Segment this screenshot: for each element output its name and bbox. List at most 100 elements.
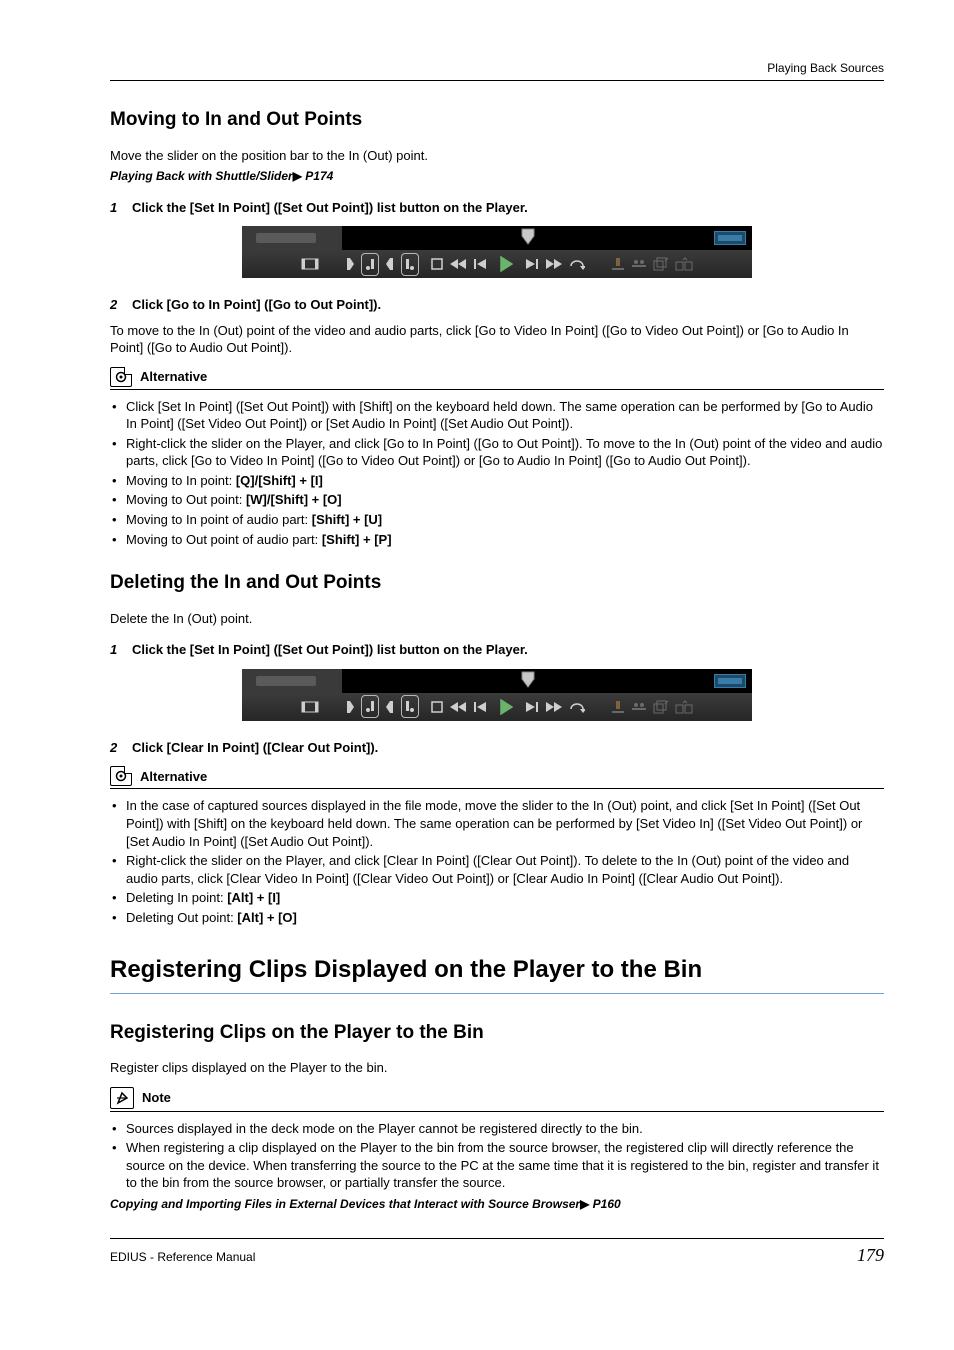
set-out-point-button[interactable] — [401, 695, 419, 718]
transport-toolbar — [242, 250, 752, 278]
add-to-timeline-button[interactable] — [675, 253, 693, 275]
set-in-point-button[interactable] — [361, 695, 379, 718]
add-to-timeline-button[interactable] — [675, 696, 693, 718]
step-text: Click the [Set In Point] ([Set Out Point… — [132, 199, 528, 217]
step-number: 1 — [110, 641, 122, 659]
add-to-bin-button[interactable] — [653, 253, 669, 275]
intro-text: Delete the In (Out) point. — [110, 610, 884, 628]
list-item: Moving to In point: [Q]/[Shift] + [I] — [112, 472, 884, 490]
xref-label: Playing Back with Shuttle/Slider — [110, 169, 293, 183]
audio-indicator — [714, 674, 746, 688]
list-item: Right-click the slider on the Player, an… — [112, 435, 884, 470]
step-number: 2 — [110, 296, 122, 314]
list-item: In the case of captured sources displaye… — [112, 797, 884, 850]
footer-left: EDIUS - Reference Manual — [110, 1249, 255, 1265]
xref-arrow-icon: ▶ — [580, 1197, 589, 1211]
rewind-button[interactable] — [449, 696, 467, 718]
position-bar[interactable] — [242, 226, 752, 250]
xref-page: P174 — [302, 169, 333, 183]
set-cue-button[interactable] — [345, 253, 355, 275]
alternative-list: In the case of captured sources displaye… — [110, 797, 884, 926]
gear-icon — [110, 367, 132, 387]
xref-arrow-icon: ▶ — [293, 169, 302, 183]
list-item: Deleting In point: [Alt] + [I] — [112, 889, 884, 907]
chapter-rule — [110, 993, 884, 994]
playhead-icon[interactable] — [521, 228, 535, 246]
note-heading: Note — [110, 1087, 884, 1109]
alternative-heading: Alternative — [110, 766, 884, 786]
prev-frame-button[interactable] — [473, 696, 487, 718]
xref-page: P160 — [589, 1197, 620, 1211]
alternative-list: Click [Set In Point] ([Set Out Point]) w… — [110, 398, 884, 548]
set-cue-button[interactable] — [345, 696, 355, 718]
page-number: 179 — [857, 1243, 884, 1267]
transport-toolbar — [242, 693, 752, 721]
list-item: When registering a clip displayed on the… — [112, 1139, 884, 1192]
alternative-rule — [110, 788, 884, 789]
list-item: Click [Set In Point] ([Set Out Point]) w… — [112, 398, 884, 433]
clip-segment — [242, 226, 342, 250]
overwrite-button[interactable] — [631, 696, 647, 718]
clip-button[interactable] — [301, 696, 319, 718]
stop-button[interactable] — [431, 253, 443, 275]
position-bar[interactable] — [242, 669, 752, 693]
step-2b: 2 Click [Clear In Point] ([Clear Out Poi… — [110, 739, 884, 757]
set-cue-out-button[interactable] — [385, 696, 395, 718]
intro-text: Register clips displayed on the Player t… — [110, 1059, 884, 1077]
playhead-icon[interactable] — [521, 671, 535, 689]
prev-frame-button[interactable] — [473, 253, 487, 275]
rewind-button[interactable] — [449, 253, 467, 275]
step-number: 1 — [110, 199, 122, 217]
loop-button[interactable] — [569, 253, 585, 275]
set-out-point-button[interactable] — [401, 253, 419, 276]
xref-source-browser[interactable]: Copying and Importing Files in External … — [110, 1196, 884, 1212]
step2-detail: To move to the In (Out) point of the vid… — [110, 322, 884, 357]
player-toolbar-figure — [242, 669, 752, 721]
step-text: Click [Go to In Point] ([Go to Out Point… — [132, 296, 381, 314]
intro-text: Move the slider on the position bar to t… — [110, 147, 884, 165]
list-item: Deleting Out point: [Alt] + [O] — [112, 909, 884, 927]
section-title-moving: Moving to In and Out Points — [110, 107, 884, 133]
xref-label: Copying and Importing Files in External … — [110, 1197, 580, 1211]
gear-icon — [110, 766, 132, 786]
track — [342, 669, 714, 693]
play-button[interactable] — [499, 253, 513, 275]
track — [342, 226, 714, 250]
next-frame-button[interactable] — [525, 253, 539, 275]
list-item: Moving to Out point of audio part: [Shif… — [112, 531, 884, 549]
fast-forward-button[interactable] — [545, 696, 563, 718]
overwrite-button[interactable] — [631, 253, 647, 275]
stop-button[interactable] — [431, 696, 443, 718]
note-list: Sources displayed in the deck mode on th… — [110, 1120, 884, 1192]
step-2: 2 Click [Go to In Point] ([Go to Out Poi… — [110, 296, 884, 314]
set-in-point-button[interactable] — [361, 253, 379, 276]
player-toolbar-figure — [242, 226, 752, 278]
list-item: Sources displayed in the deck mode on th… — [112, 1120, 884, 1138]
note-icon — [110, 1087, 134, 1109]
alternative-rule — [110, 389, 884, 390]
insert-button[interactable] — [611, 253, 625, 275]
step-1: 1 Click the [Set In Point] ([Set Out Poi… — [110, 199, 884, 217]
section-title-register: Registering Clips on the Player to the B… — [110, 1020, 884, 1046]
loop-button[interactable] — [569, 696, 585, 718]
step-1b: 1 Click the [Set In Point] ([Set Out Poi… — [110, 641, 884, 659]
alternative-label: Alternative — [140, 368, 207, 386]
fast-forward-button[interactable] — [545, 253, 563, 275]
step-number: 2 — [110, 739, 122, 757]
page-footer: EDIUS - Reference Manual 179 — [110, 1238, 884, 1267]
clip-button[interactable] — [301, 253, 319, 275]
set-cue-out-button[interactable] — [385, 253, 395, 275]
add-to-bin-button[interactable] — [653, 696, 669, 718]
insert-button[interactable] — [611, 696, 625, 718]
next-frame-button[interactable] — [525, 696, 539, 718]
step-text: Click the [Set In Point] ([Set Out Point… — [132, 641, 528, 659]
play-button[interactable] — [499, 696, 513, 718]
alternative-label: Alternative — [140, 768, 207, 786]
alternative-heading: Alternative — [110, 367, 884, 387]
xref-shuttle-slider[interactable]: Playing Back with Shuttle/Slider▶ P174 — [110, 168, 884, 184]
page-header-breadcrumb: Playing Back Sources — [110, 60, 884, 76]
clip-segment — [242, 669, 342, 693]
chapter-title: Registering Clips Displayed on the Playe… — [110, 954, 884, 986]
list-item: Right-click the slider on the Player, an… — [112, 852, 884, 887]
list-item: Moving to In point of audio part: [Shift… — [112, 511, 884, 529]
